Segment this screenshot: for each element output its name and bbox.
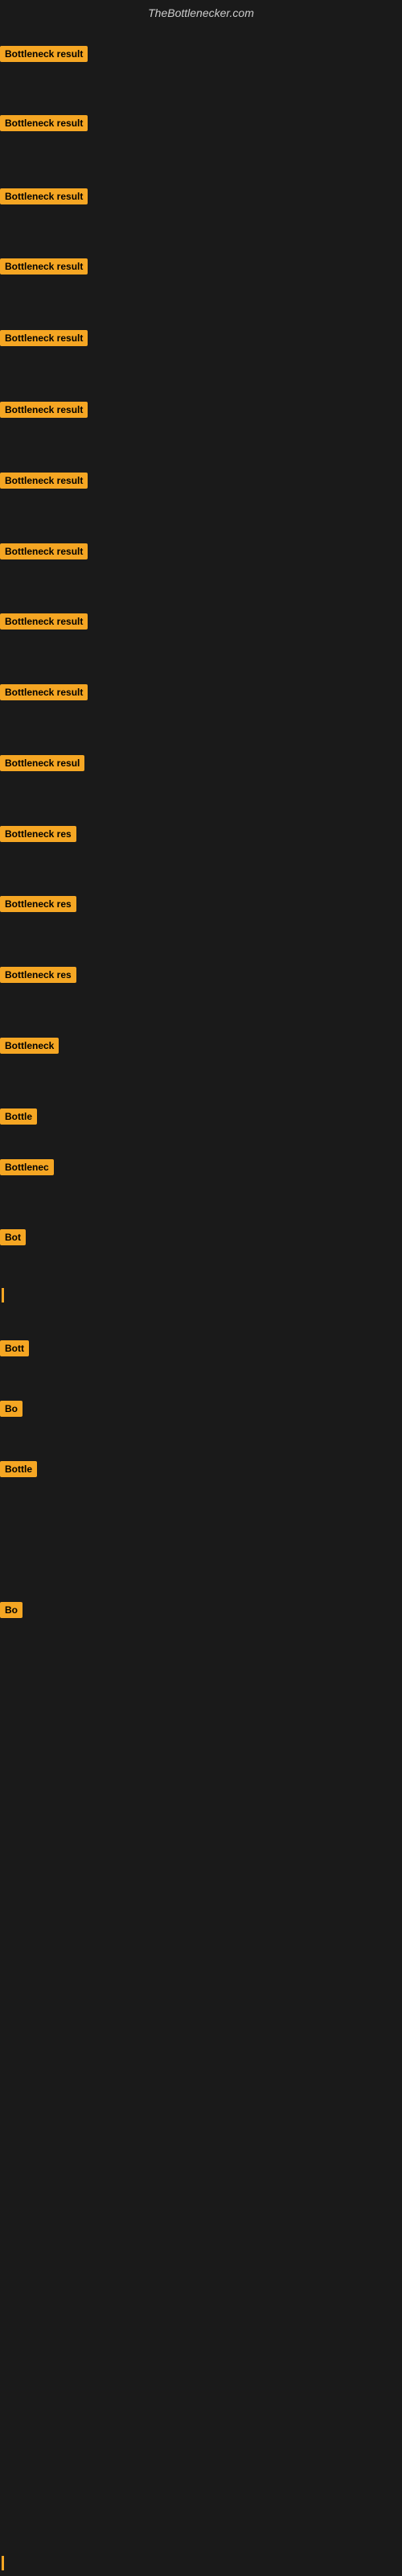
bottleneck-badge-12: Bottleneck res: [0, 826, 76, 842]
cursor-indicator-24: [2, 2556, 4, 2570]
bottleneck-badge-15: Bottleneck: [0, 1038, 59, 1054]
bottleneck-badge-7: Bottleneck result: [0, 473, 88, 489]
result-row-23: Bo: [0, 1602, 23, 1622]
result-row-7: Bottleneck result: [0, 473, 88, 493]
bottleneck-badge-3: Bottleneck result: [0, 188, 88, 204]
result-row-15: Bottleneck: [0, 1038, 59, 1058]
result-row-4: Bottleneck result: [0, 258, 88, 279]
result-row-12: Bottleneck res: [0, 826, 76, 846]
bottleneck-badge-2: Bottleneck result: [0, 115, 88, 131]
result-row-8: Bottleneck result: [0, 543, 88, 564]
bottleneck-badge-9: Bottleneck result: [0, 613, 88, 630]
result-row-11: Bottleneck resul: [0, 755, 84, 775]
site-title: TheBottlenecker.com: [0, 0, 402, 26]
result-row-3: Bottleneck result: [0, 188, 88, 208]
bottleneck-badge-18: Bot: [0, 1229, 26, 1245]
result-row-1: Bottleneck result: [0, 46, 88, 66]
result-row-9: Bottleneck result: [0, 613, 88, 634]
bottleneck-badge-10: Bottleneck result: [0, 684, 88, 700]
bottleneck-badge-6: Bottleneck result: [0, 402, 88, 418]
result-row-6: Bottleneck result: [0, 402, 88, 422]
bottleneck-badge-16: Bottle: [0, 1108, 37, 1125]
cursor-indicator-19: [2, 1288, 4, 1302]
result-row-19: [0, 1288, 4, 1302]
bottleneck-badge-14: Bottleneck res: [0, 967, 76, 983]
bottleneck-badge-1: Bottleneck result: [0, 46, 88, 62]
result-row-14: Bottleneck res: [0, 967, 76, 987]
bottleneck-badge-5: Bottleneck result: [0, 330, 88, 346]
result-row-13: Bottleneck res: [0, 896, 76, 916]
result-row-21: Bo: [0, 1401, 23, 1421]
bottleneck-badge-11: Bottleneck resul: [0, 755, 84, 771]
result-row-20: Bott: [0, 1340, 29, 1360]
result-row-5: Bottleneck result: [0, 330, 88, 350]
bottleneck-badge-23: Bo: [0, 1602, 23, 1618]
result-row-16: Bottle: [0, 1108, 37, 1129]
result-row-10: Bottleneck result: [0, 684, 88, 704]
result-row-18: Bot: [0, 1229, 26, 1249]
result-row-22: Bottle: [0, 1461, 37, 1481]
bottleneck-badge-21: Bo: [0, 1401, 23, 1417]
bottleneck-badge-20: Bott: [0, 1340, 29, 1356]
bottleneck-badge-4: Bottleneck result: [0, 258, 88, 275]
result-row-24: [0, 2556, 4, 2570]
bottleneck-badge-17: Bottlenec: [0, 1159, 54, 1175]
result-row-17: Bottlenec: [0, 1159, 54, 1179]
bottleneck-badge-22: Bottle: [0, 1461, 37, 1477]
bottleneck-badge-13: Bottleneck res: [0, 896, 76, 912]
result-row-2: Bottleneck result: [0, 115, 88, 135]
bottleneck-badge-8: Bottleneck result: [0, 543, 88, 559]
